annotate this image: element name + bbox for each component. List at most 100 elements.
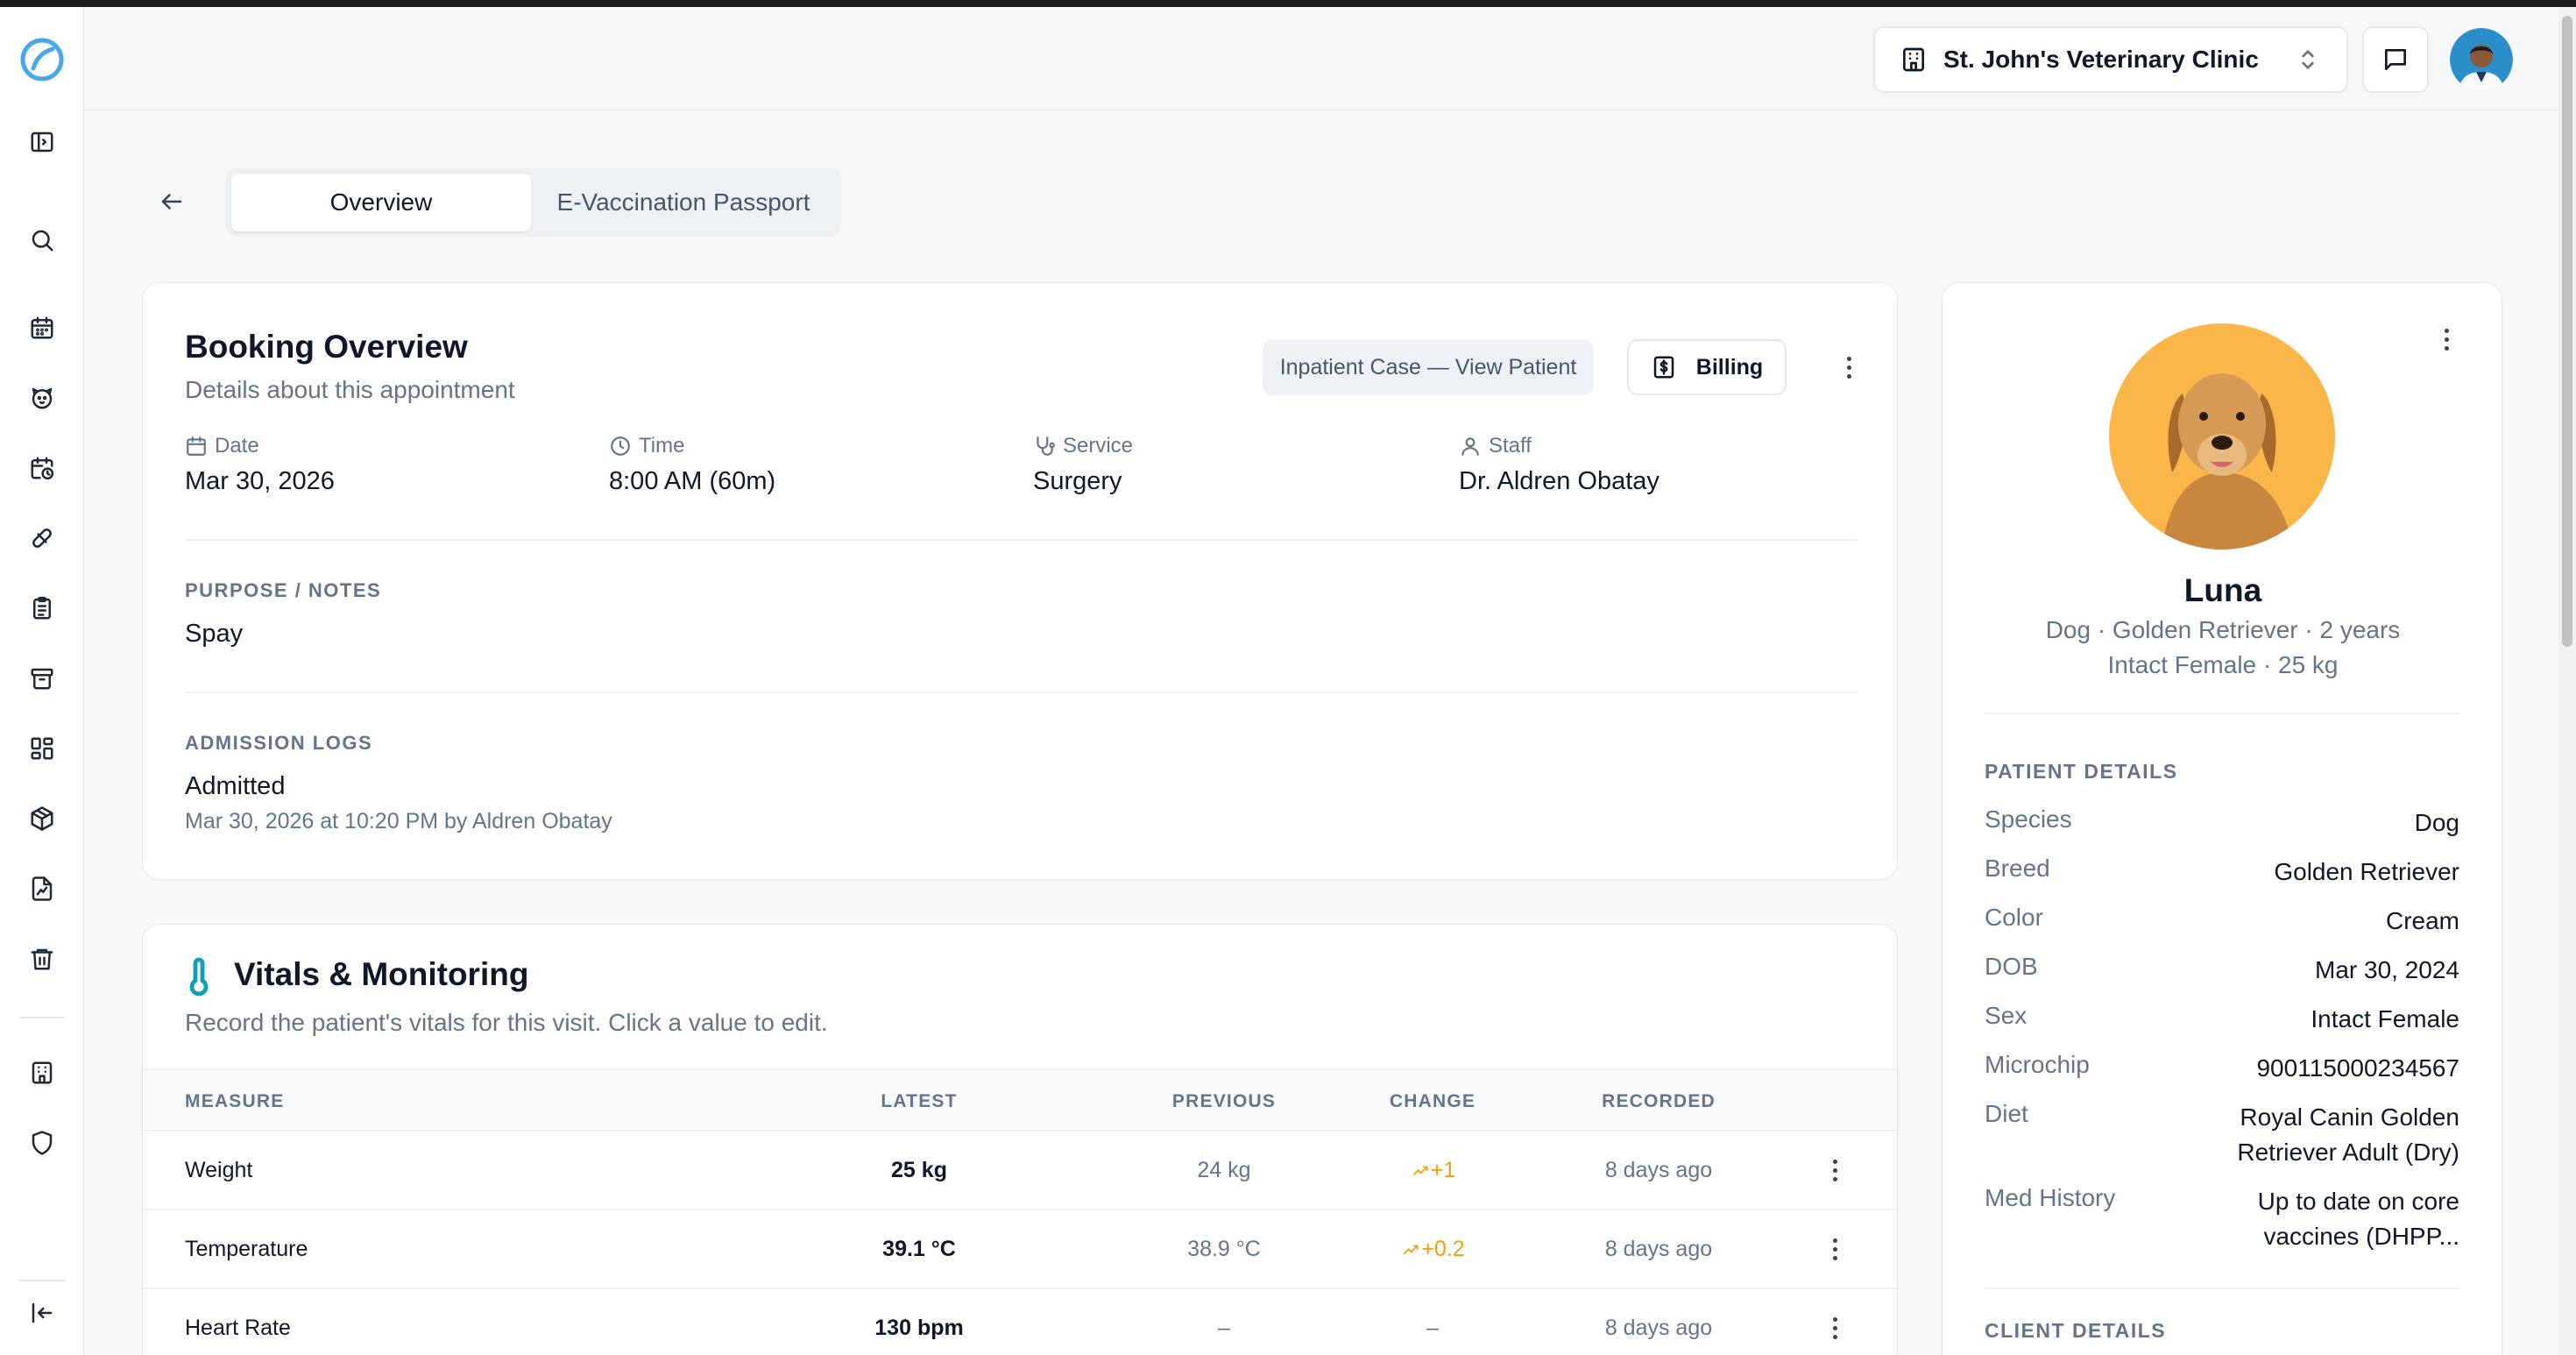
detail-key: Diet	[1985, 1100, 2028, 1127]
thermometer-icon	[181, 956, 216, 998]
tab-e-vaccination-passport[interactable]: E-Vaccination Passport	[531, 174, 836, 231]
detail-sex: Sex Intact Female	[1985, 1002, 2459, 1037]
previous-value-cell: –	[1218, 1316, 1230, 1340]
message-square-icon	[2385, 49, 2406, 70]
calendar-clock-icon[interactable]	[25, 450, 60, 486]
tab-overview[interactable]: Overview	[231, 174, 531, 231]
info-staff: Staff Dr. Aldren Obatay	[1459, 434, 1660, 496]
row-more-icon[interactable]	[1822, 1310, 1848, 1345]
inpatient-view-patient-button[interactable]: Inpatient Case — View Patient	[1263, 339, 1594, 395]
detail-breed: Breed Golden Retriever	[1985, 855, 2459, 890]
change-value: +0.2	[1421, 1237, 1465, 1261]
detail-key: Color	[1985, 904, 2043, 931]
detail-key: Sex	[1985, 1002, 2028, 1029]
detail-value: 900115000234567	[2256, 1054, 2459, 1082]
notes-value: Spay	[185, 620, 244, 648]
collapse-sidebar-icon[interactable]	[25, 1295, 60, 1330]
booking-more-icon[interactable]	[1836, 350, 1862, 385]
change-cell: +1	[1322, 1158, 1543, 1183]
detail-value: Intact Female	[2311, 1005, 2459, 1032]
pet-summary-line2: Intact Female · 25 kg	[2107, 651, 2339, 678]
patient-more-icon[interactable]	[2433, 322, 2459, 357]
column-latest: LATEST	[881, 1091, 958, 1111]
sidebar-divider-bottom	[19, 1280, 65, 1281]
booking-subtitle: Details about this appointment	[185, 376, 515, 403]
table-row: Heart Rate 130 bpm – – 8 days ago	[143, 1289, 1897, 1355]
column-recorded: RECORDED	[1602, 1091, 1716, 1111]
latest-value-cell[interactable]: 25 kg	[809, 1158, 1030, 1183]
detail-value: Golden Retriever	[2274, 858, 2459, 885]
recorded-cell: 8 days ago	[1604, 1316, 1713, 1340]
window-top-strip	[0, 0, 2576, 7]
previous-value-cell: 38.9 °C	[1187, 1237, 1261, 1261]
vitals-monitoring-card: Vitals & Monitoring Record the patient's…	[142, 924, 1898, 1355]
admission-label: ADMISSION LOGS	[185, 732, 373, 754]
info-date: Date Mar 30, 2026	[185, 434, 335, 496]
vitals-subtitle: Record the patient's vitals for this vis…	[185, 1009, 828, 1036]
clinic-selector[interactable]: St. John's Veterinary Clinic	[1873, 26, 2348, 93]
detail-microchip: Microchip 900115000234567	[1985, 1051, 2459, 1086]
detail-value: Cream	[2385, 907, 2459, 934]
pet-face-icon[interactable]	[25, 380, 60, 415]
building-icon	[1903, 47, 1924, 72]
column-measure: MEASURE	[185, 1091, 285, 1111]
trending-up-icon	[1412, 1166, 1428, 1176]
row-more-icon[interactable]	[1822, 1231, 1848, 1266]
detail-value: Up to date on core vaccines (DHPP...	[2257, 1188, 2459, 1250]
scrollbar-thumb[interactable]	[2562, 16, 2572, 647]
pill-icon[interactable]	[25, 521, 60, 556]
recorded-cell: 8 days ago	[1604, 1158, 1713, 1182]
info-time-value: 8:00 AM (60m)	[609, 467, 776, 495]
detail-color: Color Cream	[1985, 904, 2459, 939]
info-staff-label: Staff	[1489, 434, 1532, 458]
clinic-name: St. John's Veterinary Clinic	[1943, 46, 2259, 73]
detail-key: Med History	[1985, 1184, 2116, 1211]
top-header: St. John's Veterinary Clinic	[84, 7, 2558, 110]
messages-button[interactable]	[2362, 26, 2429, 93]
calendar-icon[interactable]	[25, 310, 60, 345]
divider	[185, 539, 1857, 541]
info-service-value: Surgery	[1033, 467, 1122, 495]
archive-icon[interactable]	[25, 661, 60, 696]
shield-icon[interactable]	[25, 1125, 60, 1160]
building-icon[interactable]	[25, 1055, 60, 1090]
detail-dob: DOB Mar 30, 2024	[1985, 953, 2459, 988]
info-staff-value: Dr. Aldren Obatay	[1459, 467, 1660, 495]
back-button[interactable]	[154, 184, 189, 219]
column-change: CHANGE	[1389, 1091, 1476, 1111]
detail-diet: Diet Royal Canin Golden Retriever Adult …	[1985, 1100, 2459, 1170]
stethoscope-icon	[1037, 436, 1055, 456]
trending-up-icon	[1404, 1245, 1419, 1255]
change-cell: +0.2	[1322, 1237, 1543, 1262]
toggle-sidebar-icon[interactable]	[25, 124, 60, 160]
file-chart-icon[interactable]	[25, 871, 60, 906]
info-date-label: Date	[215, 434, 259, 458]
measure-cell: Temperature	[185, 1237, 308, 1261]
package-icon[interactable]	[25, 801, 60, 836]
row-more-icon[interactable]	[1822, 1153, 1848, 1188]
app-logo-icon[interactable]	[18, 35, 67, 84]
user-icon	[1461, 437, 1479, 456]
pet-summary-line1: Dog · Golden Retriever · 2 years	[2045, 616, 2401, 643]
detail-value: Dog	[2414, 809, 2459, 836]
clock-icon	[611, 436, 630, 456]
dashboard-icon[interactable]	[25, 731, 60, 766]
calendar-icon	[187, 436, 206, 456]
clipboard-icon[interactable]	[25, 591, 60, 626]
latest-value-cell[interactable]: 130 bpm	[809, 1316, 1030, 1341]
arrow-left-icon	[161, 194, 182, 209]
change-value: +1	[1430, 1158, 1456, 1182]
page-scrollbar[interactable]	[2558, 7, 2576, 1355]
vitals-title: Vitals & Monitoring	[234, 956, 529, 992]
info-time-label: Time	[639, 434, 685, 458]
trash-icon[interactable]	[25, 941, 60, 976]
receipt-dollar-icon	[1653, 356, 1674, 379]
billing-button[interactable]: Billing	[1627, 339, 1787, 395]
info-service-label: Service	[1063, 434, 1134, 458]
detail-species: Species Dog	[1985, 805, 2459, 841]
latest-value-cell[interactable]: 39.1 °C	[809, 1237, 1030, 1262]
user-avatar[interactable]	[2450, 28, 2513, 91]
vitals-table: MEASURE LATEST PREVIOUS CHANGE RECORDED …	[143, 1068, 1897, 1355]
detail-key: Species	[1985, 805, 2072, 833]
search-icon[interactable]	[25, 223, 60, 258]
